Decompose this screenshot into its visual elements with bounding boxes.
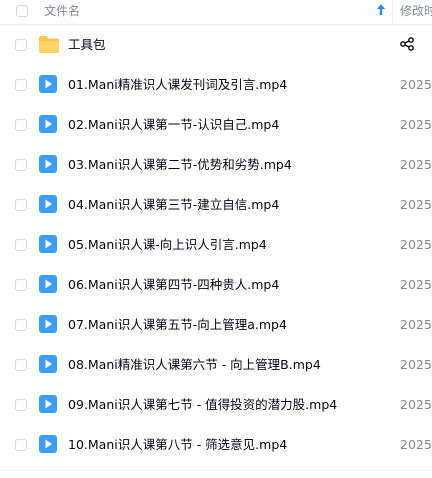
file-row[interactable]: 03.Mani识人课第二节-优势和劣势.mp4 2025- xyxy=(0,145,432,185)
share-icon[interactable] xyxy=(400,37,414,51)
file-name[interactable]: 03.Mani识人课第二节-优势和劣势.mp4 xyxy=(68,156,292,174)
video-file-icon xyxy=(39,115,57,133)
row-checkbox[interactable] xyxy=(15,119,27,131)
folder-row[interactable]: 工具包 xyxy=(0,25,432,65)
folder-icon xyxy=(39,36,59,53)
file-row[interactable]: 05.Mani识人课-向上识人引言.mp4 2025- xyxy=(0,225,432,265)
video-file-icon xyxy=(39,195,57,213)
file-row[interactable]: 02.Mani识人课第一节-认识自己.mp4 2025- xyxy=(0,105,432,145)
video-file-icon xyxy=(39,275,57,293)
row-checkbox[interactable] xyxy=(15,439,27,451)
arrow-up-icon[interactable] xyxy=(375,3,387,17)
video-file-icon xyxy=(39,235,57,253)
file-row[interactable]: 04.Mani识人课第三节-建立自信.mp4 2025- xyxy=(0,185,432,225)
file-modified-date: 2025- xyxy=(400,437,432,452)
file-modified-date: 2025- xyxy=(400,277,432,292)
file-name[interactable]: 07.Mani识人课第五节-向上管理a.mp4 xyxy=(68,316,287,334)
file-name[interactable]: 02.Mani识人课第一节-认识自己.mp4 xyxy=(68,116,279,134)
file-name[interactable]: 01.Mani精准识人课发刊词及引言.mp4 xyxy=(68,76,287,94)
row-checkbox[interactable] xyxy=(15,279,27,291)
row-checkbox[interactable] xyxy=(15,399,27,411)
column-divider[interactable] xyxy=(392,0,393,24)
row-checkbox[interactable] xyxy=(15,159,27,171)
video-file-icon xyxy=(39,435,57,453)
file-name[interactable]: 08.Mani精准识人课第六节 - 向上管理B.mp4 xyxy=(68,356,321,374)
video-file-icon xyxy=(39,395,57,413)
select-all-checkbox[interactable] xyxy=(16,5,28,17)
file-name[interactable]: 04.Mani识人课第三节-建立自信.mp4 xyxy=(68,196,279,214)
file-modified-date: 2025- xyxy=(400,197,432,212)
file-modified-date: 2025- xyxy=(400,397,432,412)
file-modified-date: 2025- xyxy=(400,357,432,372)
file-name[interactable]: 10.Mani识人课第八节 - 筛选意见.mp4 xyxy=(68,436,287,454)
file-row[interactable]: 01.Mani精准识人课发刊词及引言.mp4 2025- xyxy=(0,65,432,105)
file-modified-date: 2025- xyxy=(400,237,432,252)
file-row[interactable]: 07.Mani识人课第五节-向上管理a.mp4 2025- xyxy=(0,305,432,345)
file-name[interactable]: 05.Mani识人课-向上识人引言.mp4 xyxy=(68,236,267,254)
row-checkbox[interactable] xyxy=(15,319,27,331)
row-checkbox[interactable] xyxy=(15,239,27,251)
list-header: 文件名 修改时间 xyxy=(0,0,432,25)
video-file-icon xyxy=(39,75,57,93)
file-row[interactable]: 06.Mani识人课第四节-四种贵人.mp4 2025- xyxy=(0,265,432,305)
video-file-icon xyxy=(39,355,57,373)
file-modified-date: 2025- xyxy=(400,117,432,132)
file-name[interactable]: 09.Mani识人课第七节 - 值得投资的潜力股.mp4 xyxy=(68,396,337,414)
file-row[interactable]: 10.Mani识人课第八节 - 筛选意见.mp4 2025- xyxy=(0,425,432,465)
video-file-icon xyxy=(39,155,57,173)
file-name[interactable]: 06.Mani识人课第四节-四种贵人.mp4 xyxy=(68,276,279,294)
row-checkbox[interactable] xyxy=(15,199,27,211)
row-checkbox[interactable] xyxy=(15,359,27,371)
row-checkbox[interactable] xyxy=(15,79,27,91)
modified-column-header[interactable]: 修改时间 xyxy=(400,3,432,19)
row-checkbox[interactable] xyxy=(15,39,27,51)
list-bottom-divider xyxy=(0,470,432,471)
file-row[interactable]: 08.Mani精准识人课第六节 - 向上管理B.mp4 2025- xyxy=(0,345,432,385)
video-file-icon xyxy=(39,315,57,333)
name-column-header[interactable]: 文件名 xyxy=(44,3,80,19)
folder-name[interactable]: 工具包 xyxy=(68,36,106,54)
file-modified-date: 2025- xyxy=(400,157,432,172)
file-modified-date: 2025- xyxy=(400,77,432,92)
file-modified-date: 2025- xyxy=(400,317,432,332)
file-list-panel: 文件名 修改时间 工具包 01.Mani精准识人课发刊词及引言.mp4 2025… xyxy=(0,0,432,478)
file-row[interactable]: 09.Mani识人课第七节 - 值得投资的潜力股.mp4 2025- xyxy=(0,385,432,425)
